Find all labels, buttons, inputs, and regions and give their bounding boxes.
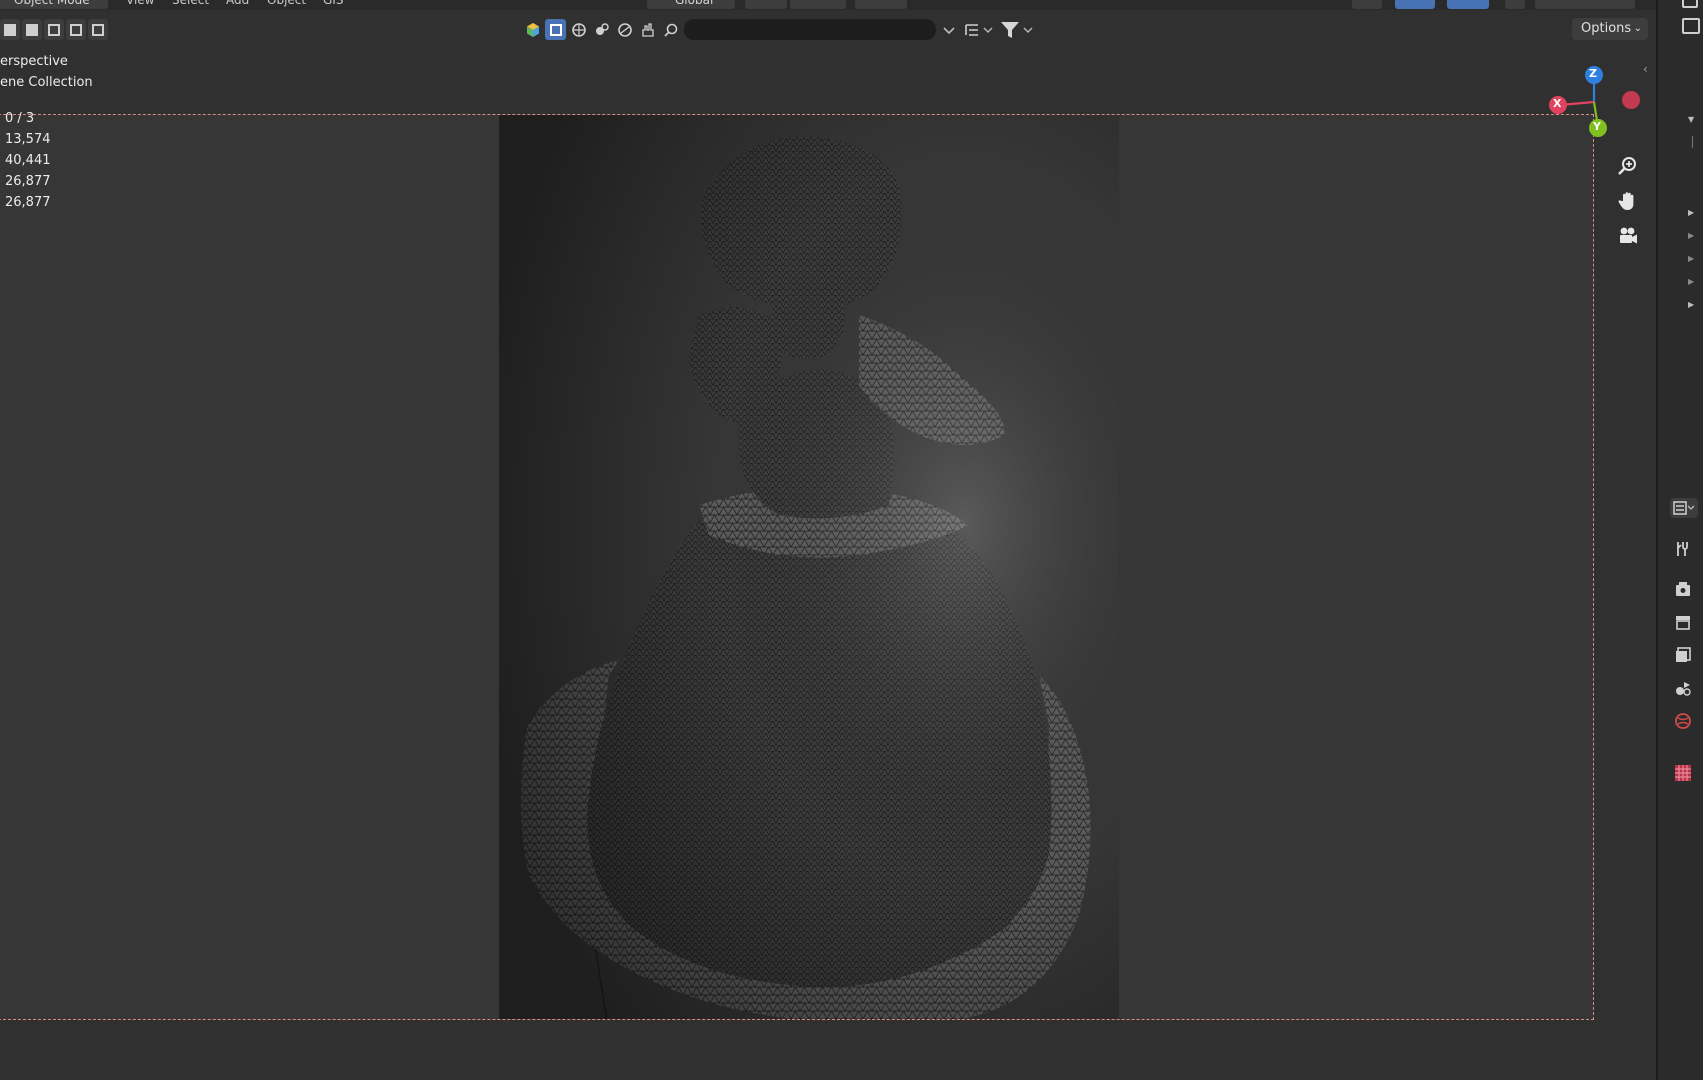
- x-axis-label: X: [1553, 97, 1562, 110]
- expand-triangle-icon[interactable]: ▼: [1688, 115, 1694, 124]
- lighting-overlay: [499, 115, 1119, 1019]
- object-filter-icon[interactable]: [545, 19, 566, 40]
- editor-type-icon[interactable]: [1682, 0, 1698, 8]
- hand-pan-icon[interactable]: [1614, 187, 1642, 215]
- select-new-icon[interactable]: [0, 19, 20, 40]
- camera-view-icon[interactable]: [1614, 222, 1642, 250]
- stat-objects: 0 / 3: [5, 111, 35, 126]
- collapsed-triangle-icon[interactable]: ▶: [1688, 254, 1694, 263]
- outliner-area: ▼ ▶ ▶ ▶ ▶ ▶: [1658, 0, 1703, 486]
- shading-mode-buttons[interactable]: [1535, 0, 1635, 9]
- object-mode-dropdown[interactable]: Object Mode: [0, 0, 108, 9]
- view-name-label: erspective: [0, 54, 68, 69]
- collapsed-triangle-icon[interactable]: ▶: [1688, 231, 1694, 240]
- xray-button[interactable]: [1505, 0, 1525, 9]
- transform-orientation-dropdown[interactable]: Global: [647, 0, 735, 9]
- neg-x-axis-icon[interactable]: [1622, 91, 1640, 109]
- tool-settings-icon[interactable]: [1672, 538, 1694, 560]
- menu-add[interactable]: Add: [226, 0, 249, 9]
- menu-select[interactable]: Select: [172, 0, 209, 9]
- chevron-down-icon: ⌄: [1633, 23, 1642, 34]
- zoom-in-icon[interactable]: [1614, 152, 1642, 180]
- outliner-filter-group: [522, 19, 658, 40]
- outliner-search-input[interactable]: [684, 19, 936, 40]
- viewport-header: Options ⌄: [0, 10, 1658, 50]
- other-filter-icon[interactable]: [637, 19, 658, 40]
- restrict-select-icon[interactable]: [522, 19, 543, 40]
- output-properties-icon[interactable]: [1672, 611, 1694, 633]
- visibility-button[interactable]: [1352, 0, 1382, 9]
- mesh-filter-icon[interactable]: [568, 19, 589, 40]
- menu-view[interactable]: View: [126, 0, 154, 9]
- collapsed-triangle-icon[interactable]: ▶: [1688, 277, 1694, 286]
- light-filter-icon[interactable]: [591, 19, 612, 40]
- navigation-gizmo[interactable]: Z X Y: [1540, 60, 1640, 150]
- select-subtract-icon[interactable]: [44, 19, 64, 40]
- material-filter-icon[interactable]: [614, 19, 635, 40]
- render-properties-icon[interactable]: [1672, 578, 1694, 600]
- sidebar-toggle-chevron-icon[interactable]: ‹: [1643, 62, 1648, 76]
- stat-triangles: 26,877: [5, 195, 51, 210]
- sort-options-icon[interactable]: [964, 19, 996, 40]
- search-icon: [660, 19, 681, 40]
- scene-properties-icon[interactable]: [1672, 677, 1694, 699]
- blender-window: Object Mode View Select Add Object GIS G…: [0, 0, 1703, 1080]
- properties-editor-type-icon[interactable]: [1670, 498, 1698, 518]
- menu-object[interactable]: Object: [267, 0, 306, 9]
- overlay-toggle-button[interactable]: [1447, 0, 1489, 9]
- tree-line: [1692, 136, 1693, 148]
- pivot-point-button[interactable]: [745, 0, 787, 9]
- window-icon[interactable]: [1682, 18, 1700, 34]
- stat-vertices: 13,574: [5, 132, 51, 147]
- collection-label: ene Collection: [0, 75, 93, 90]
- stat-edges: 40,441: [5, 153, 51, 168]
- properties-panel: ▼ ▶ ▶ ▶ ▶ ▶: [1656, 0, 1703, 1080]
- camera-frame[interactable]: [0, 114, 1594, 1020]
- select-intersect-icon[interactable]: [88, 19, 108, 40]
- texture-properties-icon[interactable]: [1672, 762, 1694, 784]
- view-layer-properties-icon[interactable]: [1672, 644, 1694, 666]
- z-axis-label: Z: [1589, 67, 1597, 80]
- filter-funnel-icon[interactable]: [1000, 19, 1036, 40]
- select-difference-icon[interactable]: [66, 19, 86, 40]
- gizmo-toggle-button[interactable]: [1395, 0, 1435, 9]
- menu-bar: Object Mode View Select Add Object GIS G…: [0, 0, 1658, 10]
- collapsed-triangle-icon[interactable]: ▶: [1688, 300, 1694, 309]
- selection-mode-group: [0, 19, 108, 40]
- proportional-edit-button[interactable]: [855, 0, 907, 9]
- collapsed-triangle-icon[interactable]: ▶: [1688, 208, 1694, 217]
- scene-statistics: 0 / 3 13,574 40,441 26,877 26,877: [5, 108, 51, 213]
- menu-gis[interactable]: GIS: [323, 0, 343, 9]
- select-extend-icon[interactable]: [22, 19, 42, 40]
- y-axis-label: Y: [1593, 120, 1601, 133]
- world-properties-icon[interactable]: [1672, 710, 1694, 732]
- properties-tabs-area: [1658, 486, 1703, 1080]
- filter-dropdown-chevron-icon[interactable]: [940, 19, 958, 40]
- stat-faces: 26,877: [5, 174, 51, 189]
- snap-button[interactable]: [790, 0, 846, 9]
- options-dropdown[interactable]: Options ⌄: [1572, 18, 1648, 40]
- options-label: Options: [1581, 21, 1632, 36]
